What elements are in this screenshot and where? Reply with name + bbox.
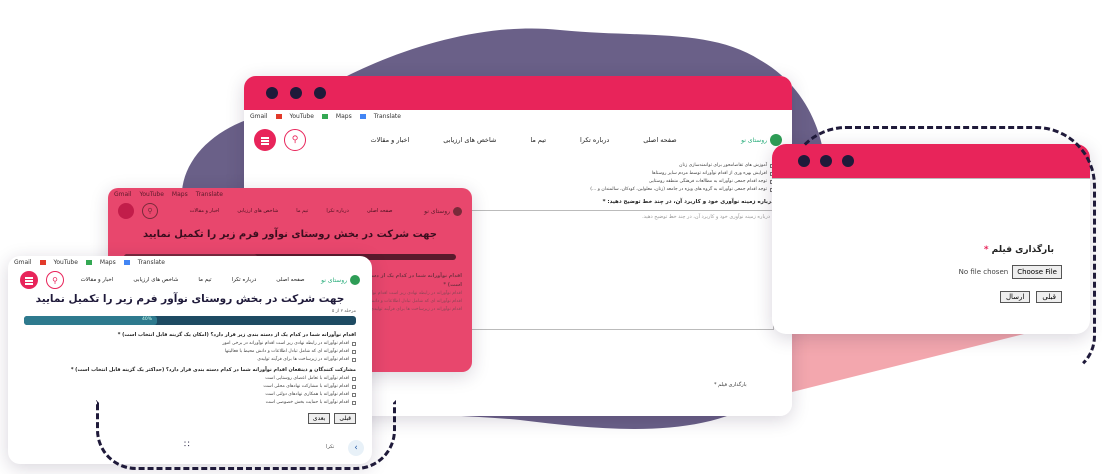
progress-fill: [24, 316, 157, 325]
site-logo[interactable]: روستای نو: [321, 275, 360, 285]
hamburger-menu-icon[interactable]: [254, 129, 276, 151]
window-titlebar: [244, 76, 792, 110]
bookmark-translate[interactable]: Translate: [374, 113, 401, 120]
site-navbar: روستای نو صفحه اصلی درباره تکرا تیم ما ش…: [244, 125, 792, 155]
menu-indicators[interactable]: شاخص های ارزیابی: [237, 208, 278, 214]
hamburger-menu-icon[interactable]: [118, 203, 134, 219]
translate-icon: [123, 260, 130, 265]
hamburger-menu-icon[interactable]: [20, 271, 39, 289]
checkbox[interactable]: [352, 385, 356, 389]
step-indicator: مرحله ۲ از ۵: [331, 309, 356, 314]
site-navbar: روستای نو صفحه اصلی درباره تکرا تیم ما ش…: [108, 201, 472, 221]
maps-icon: [321, 114, 328, 119]
option-label: اقدام نوآورانه با مشارکت نهادهای محلی اس…: [263, 384, 349, 389]
youtube-icon: [275, 114, 282, 119]
option-label: اقدام نوآورانه ای که شامل تبادل اطلاعات …: [224, 349, 349, 354]
menu-team[interactable]: تیم ما: [530, 136, 546, 144]
site-menu: صفحه اصلی درباره تکرا تیم ما شاخص های ار…: [190, 208, 393, 214]
site-menu: صفحه اصلی درباره تکرا تیم ما شاخص های ار…: [81, 277, 305, 283]
site-navbar: روستای نو صفحه اصلی درباره تکرا تیم ما ش…: [8, 269, 372, 291]
checkbox[interactable]: [352, 342, 356, 346]
bookmark-youtube[interactable]: YouTube: [140, 191, 164, 198]
menu-about[interactable]: درباره تکرا: [580, 136, 609, 144]
question-2: مشارکت کنندگان و ذینفعان اقدام نوآورانه …: [70, 367, 356, 373]
window-dot-icon: [290, 87, 302, 99]
checkbox-label: افزایش بهره وری از اقدام نوآورانه توسط م…: [651, 171, 767, 176]
logo-icon: [453, 206, 462, 216]
illustration-stage: Gmail YouTube Maps Translate روستای نو ص…: [0, 0, 1102, 474]
option-label: اقدام نوآورانه در زیرساخت ها برای فرآیند…: [257, 357, 349, 362]
front-dashed-outline: [96, 400, 396, 470]
maps-icon: [85, 260, 92, 265]
small-upload-label: بارگذاری فیلم *: [714, 382, 747, 388]
form-title: جهت شرکت در بخش روستای نوآور فرم زیر را …: [142, 229, 437, 240]
menu-about[interactable]: درباره تکرا: [232, 277, 257, 283]
menu-news[interactable]: اخبار و مقالات: [190, 208, 220, 214]
menu-about[interactable]: درباره تکرا: [326, 208, 348, 214]
question-1: اقدام نوآورانه شما در کدام یک از دسته بن…: [117, 332, 356, 338]
option-label: اقدام نوآورانه با تعامل اعضای روستایی اس…: [265, 376, 349, 381]
bookmark-translate[interactable]: Translate: [196, 191, 223, 198]
bookmark-gmail[interactable]: Gmail: [250, 113, 268, 120]
menu-home[interactable]: صفحه اصلی: [643, 136, 676, 144]
menu-team[interactable]: تیم ما: [296, 208, 308, 214]
bookmarks-bar: Gmail YouTube Maps Translate: [108, 188, 472, 201]
progress-label: 40%: [142, 317, 153, 322]
bookmarks-bar: Gmail YouTube Maps Translate: [244, 110, 792, 123]
checkbox-label: توجه اقدام جمعی نوآورانه به گروه های ویژ…: [590, 187, 767, 192]
bookmark-gmail[interactable]: Gmail: [14, 259, 32, 266]
youtube-icon: [39, 260, 46, 265]
window-dot-icon: [266, 87, 278, 99]
bookmark-maps[interactable]: Maps: [100, 259, 116, 266]
checkbox[interactable]: [352, 350, 356, 354]
menu-indicators[interactable]: شاخص های ارزیابی: [443, 136, 496, 144]
checkbox[interactable]: [352, 358, 356, 362]
menu-indicators[interactable]: شاخص های ارزیابی: [133, 277, 178, 283]
option-label: اقدام نوآورانه با همکاری نهادهای دولتی ا…: [265, 392, 349, 397]
form-title: جهت شرکت در بخش روستای نوآور فرم زیر را …: [35, 293, 345, 305]
menu-news[interactable]: اخبار و مقالات: [370, 136, 409, 144]
checkbox-label: توجه اقدام جمعی نوآورانه به مطالعات فرهن…: [648, 179, 767, 184]
site-menu: صفحه اصلی درباره تکرا تیم ما شاخص های ار…: [370, 136, 676, 144]
bookmark-maps[interactable]: Maps: [336, 113, 352, 120]
menu-team[interactable]: تیم ما: [198, 277, 211, 283]
menu-news[interactable]: اخبار و مقالات: [81, 277, 114, 283]
progress-bar: 40%: [24, 316, 356, 325]
checkbox-label: آموزش های تقاضامحور برای توانمندسازی زنا…: [679, 163, 767, 168]
site-logo[interactable]: روستای نو: [741, 134, 782, 146]
site-logo[interactable]: روستای نو: [424, 206, 462, 216]
window-dot-icon: [314, 87, 326, 99]
search-icon[interactable]: ⚲: [46, 271, 65, 289]
bookmark-translate[interactable]: Translate: [138, 259, 165, 266]
bookmark-maps[interactable]: Maps: [172, 191, 188, 198]
search-icon[interactable]: ⚲: [142, 203, 158, 219]
bookmark-youtube[interactable]: YouTube: [290, 113, 314, 120]
bookmarks-bar: Gmail YouTube Maps Translate: [8, 256, 372, 269]
search-icon[interactable]: ⚲: [284, 129, 306, 151]
option-label: اقدام نوآورانه در رابطه نهادی ریز است اق…: [222, 341, 349, 346]
checkbox[interactable]: [352, 393, 356, 397]
checkbox[interactable]: [352, 377, 356, 381]
bookmark-gmail[interactable]: Gmail: [114, 191, 132, 198]
zoom-dashed-outline: [786, 126, 1096, 376]
translate-icon: [359, 114, 366, 119]
bookmark-youtube[interactable]: YouTube: [54, 259, 78, 266]
menu-home[interactable]: صفحه اصلی: [367, 208, 393, 214]
logo-icon: [350, 275, 360, 285]
menu-home[interactable]: صفحه اصلی: [276, 277, 304, 283]
